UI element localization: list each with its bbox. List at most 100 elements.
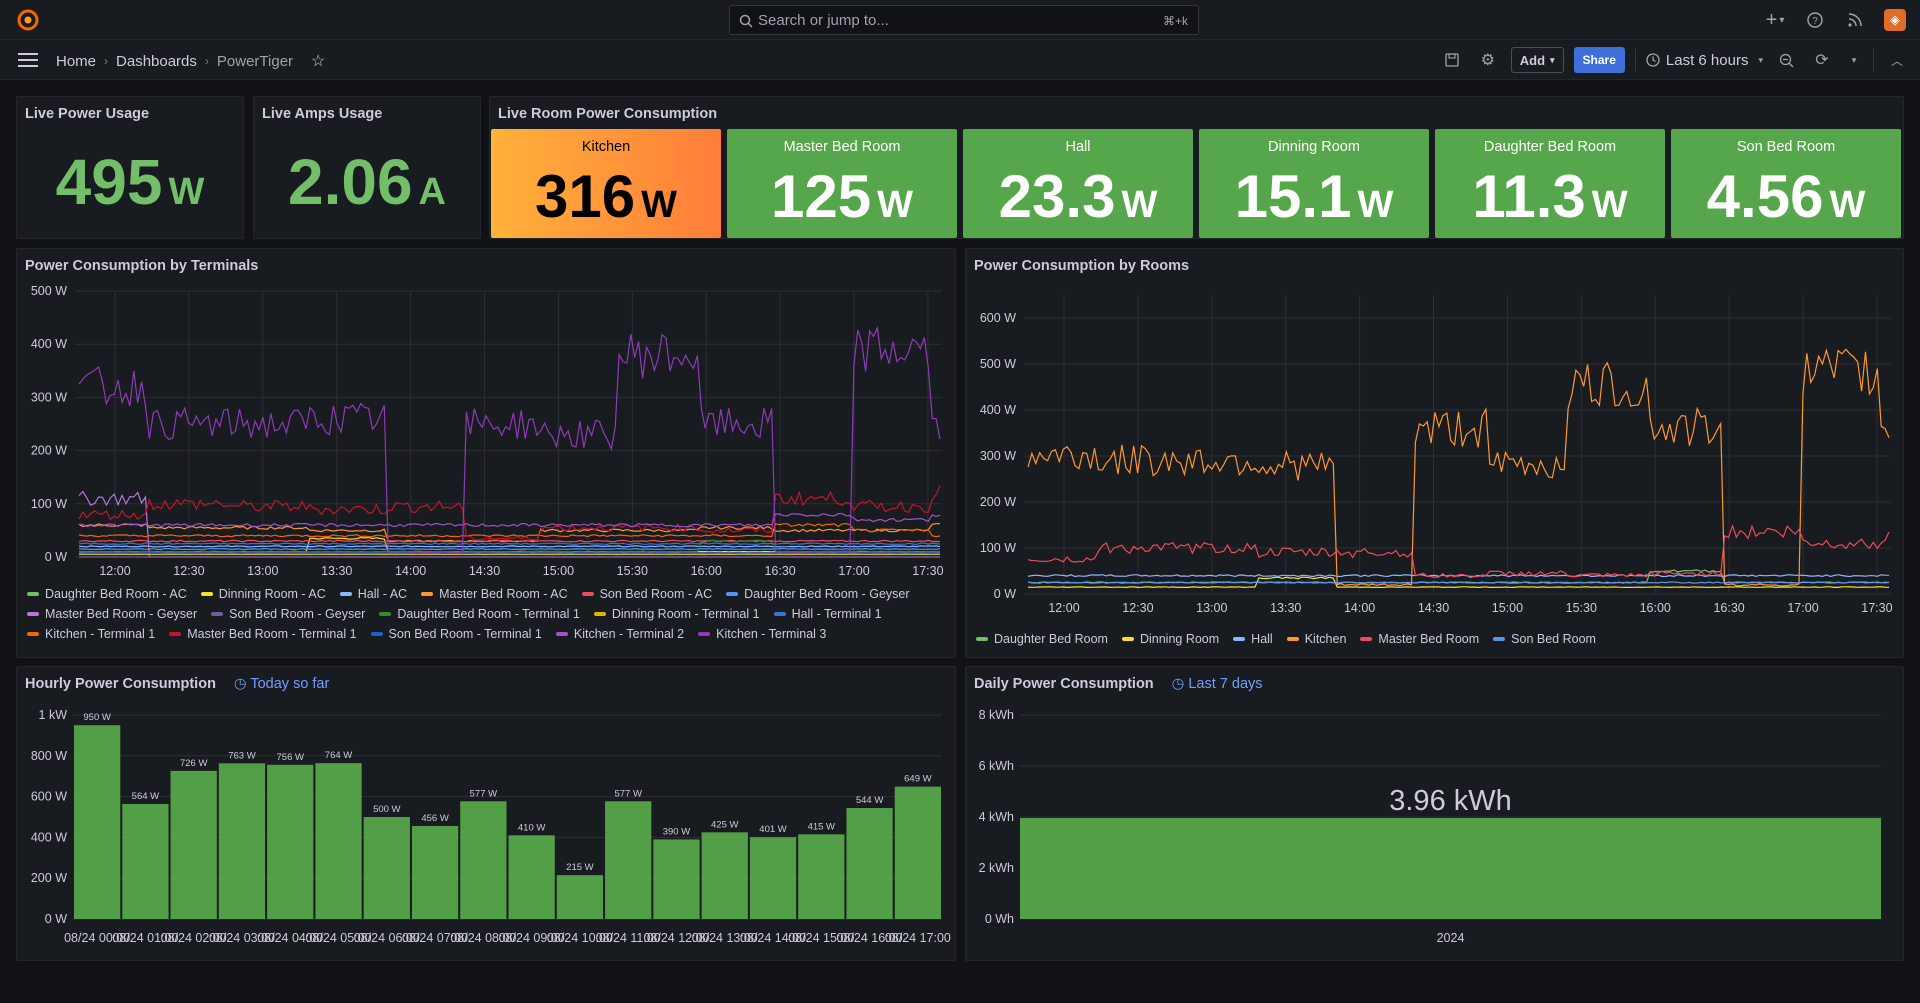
legend-item[interactable]: Kitchen - Terminal 1 — [27, 627, 155, 641]
room-tile-name: Daughter Bed Room — [1483, 139, 1617, 155]
bar-value-label: 764 W — [325, 750, 352, 761]
legend-item[interactable]: Hall — [1233, 632, 1273, 646]
legend-item[interactable]: Kitchen - Terminal 2 — [555, 627, 685, 641]
series-line — [1027, 348, 1890, 587]
menu-icon[interactable] — [18, 52, 38, 68]
room-tile-number: 15.1 — [1234, 163, 1352, 230]
room-tile-number: 23.3 — [998, 163, 1116, 230]
bar-value-label: 456 W — [421, 813, 448, 824]
legend-item[interactable]: Son Bed Room — [1493, 632, 1596, 646]
legend-item[interactable]: Kitchen - Terminal 3 — [698, 627, 826, 641]
room-tile-value: 125 W — [727, 162, 957, 231]
legend-item[interactable]: Dinning Room — [1121, 632, 1219, 646]
legend-swatch — [773, 612, 786, 616]
legend-label: Hall - Terminal 1 — [791, 607, 882, 621]
legend-item[interactable]: Son Bed Room - Terminal 1 — [370, 627, 542, 641]
series-line — [78, 325, 941, 553]
legend-item[interactable]: Hall - Terminal 1 — [773, 607, 882, 621]
room-tile-master-bed-room[interactable]: Master Bed Room 125 W — [727, 129, 957, 238]
help-icon[interactable]: ? — [1804, 9, 1826, 31]
legend-item[interactable]: Dinning Room - Terminal 1 — [593, 607, 760, 621]
rooms-chart: 0 W 100 W 200 W 300 W 400 W 500 W 600 W 12:00 12… — [980, 295, 1893, 615]
live-power-panel[interactable]: Live Power Usage 495 W — [16, 96, 244, 239]
room-tile-number: 125 — [771, 163, 872, 230]
plus-icon[interactable]: + ▾ — [1764, 9, 1786, 31]
bar-value-label: 544 W — [856, 795, 883, 806]
room-tile-kitchen[interactable]: Kitchen 316 W — [491, 129, 721, 238]
legend-item[interactable]: Master Bed Room - Geyser — [27, 607, 197, 621]
bar — [315, 763, 362, 919]
bar — [170, 770, 217, 919]
room-tile-number: 316 — [535, 163, 636, 230]
search-input[interactable]: Search or jump to... ⌘+k — [729, 5, 1199, 35]
settings-gear-icon[interactable]: ⚙ — [1475, 47, 1501, 73]
stat-number: 495 — [55, 146, 163, 218]
legend-item[interactable]: Master Bed Room - Terminal 1 — [169, 627, 357, 641]
series-line — [78, 545, 941, 548]
rss-icon[interactable] — [1844, 9, 1866, 31]
x-tick-label: 13:30 — [1270, 601, 1301, 615]
room-tile-name: Dinning Room — [1268, 139, 1360, 155]
terminals-chart: 0 W 100 W 200 W 300 W 400 W 500 W 12:00 12:30 13… — [31, 284, 944, 578]
legend-label: Master Bed Room - Terminal 1 — [187, 627, 357, 641]
legend-item[interactable]: Dinning Room - AC — [200, 587, 326, 601]
avatar[interactable]: ◈ — [1884, 9, 1906, 31]
legend-swatch — [169, 632, 182, 636]
legend-item[interactable]: Daughter Bed Room - Terminal 1 — [379, 607, 580, 621]
terminals-panel[interactable]: Power Consumption by Terminals 0 W 100 W 2… — [16, 248, 956, 658]
x-tick-label: 14:30 — [1418, 601, 1449, 615]
legend-swatch — [211, 612, 224, 616]
legend-label: Master Bed Room — [1378, 632, 1480, 646]
room-tile-son-bed-room[interactable]: Son Bed Room 4.56 W — [1671, 129, 1901, 238]
legend-swatch — [379, 612, 392, 616]
share-button[interactable]: Share — [1573, 47, 1625, 73]
x-tick-label: 13:00 — [1196, 601, 1227, 615]
add-button[interactable]: Add ▾ — [1510, 47, 1564, 73]
legend-item[interactable]: Daughter Bed Room - AC — [27, 587, 187, 601]
x-tick-label: 16:30 — [1713, 601, 1744, 615]
room-tile-daughter-bed-room[interactable]: Daughter Bed Room 11.3 W — [1435, 129, 1665, 238]
panel-title: Live Room Power Consumption — [498, 106, 718, 122]
breadcrumb-home[interactable]: Home — [56, 53, 96, 70]
hourly-panel[interactable]: Hourly Power Consumption ◷ Today so far 0… — [16, 666, 956, 961]
live-amps-panel[interactable]: Live Amps Usage 2.06 A — [253, 96, 481, 239]
panel-title: Daily Power Consumption ◷ Last 7 days — [974, 676, 1263, 692]
legend-item[interactable]: Hall - AC — [339, 587, 407, 601]
y-tick-label: 400 W — [31, 830, 67, 844]
room-tile-value: 316 W — [491, 162, 721, 231]
legend-item[interactable]: Master Bed Room — [1360, 632, 1479, 646]
add-button-label: Add — [1519, 52, 1546, 68]
zoom-out-icon[interactable] — [1773, 47, 1799, 73]
y-tick-label: 400 W — [31, 337, 67, 351]
star-icon[interactable]: ☆ — [311, 51, 325, 71]
legend-label: Son Bed Room — [1511, 632, 1596, 646]
breadcrumb-dashboards[interactable]: Dashboards — [116, 53, 197, 70]
legend-item[interactable]: Son Bed Room - Geyser — [211, 607, 365, 621]
x-tick-label: 15:00 — [1492, 601, 1523, 615]
rooms-chart-panel[interactable]: Power Consumption by Rooms 0 W 100 W 200 W… — [965, 248, 1904, 658]
legend-label: Kitchen - Terminal 2 — [573, 627, 685, 641]
legend-label: Hall — [1251, 632, 1273, 646]
legend-item[interactable]: Son Bed Room - AC — [581, 587, 712, 601]
search-shortcut: ⌘+k — [1162, 14, 1188, 28]
refresh-icon[interactable]: ⟳ — [1809, 47, 1835, 73]
legend-swatch — [976, 637, 988, 641]
room-tile-unit: W — [1357, 184, 1394, 226]
bar — [846, 808, 893, 919]
room-tile-hall[interactable]: Hall 23.3 W — [963, 129, 1193, 238]
collapse-icon[interactable]: ︿ — [1884, 47, 1910, 73]
stat-unit: W — [168, 171, 205, 213]
time-range-picker[interactable]: Last 6 hours ▾ — [1646, 47, 1763, 73]
save-icon[interactable] — [1439, 47, 1465, 73]
panel-title: Live Amps Usage — [262, 106, 383, 122]
bar — [653, 839, 700, 919]
room-tile-dinning-room[interactable]: Dinning Room 15.1 W — [1199, 129, 1429, 238]
legend-item[interactable]: Master Bed Room - AC — [421, 587, 568, 601]
daily-panel[interactable]: Daily Power Consumption ◷ Last 7 days 0 W… — [965, 666, 1904, 961]
bar-value-label: 401 W — [759, 824, 786, 835]
grafana-logo[interactable] — [16, 8, 40, 32]
refresh-interval-chevron-icon[interactable]: ▾ — [1845, 47, 1863, 73]
legend-item[interactable]: Daughter Bed Room — [976, 632, 1108, 646]
legend-item[interactable]: Daughter Bed Room - Geyser — [726, 587, 910, 601]
legend-item[interactable]: Kitchen — [1286, 632, 1346, 646]
